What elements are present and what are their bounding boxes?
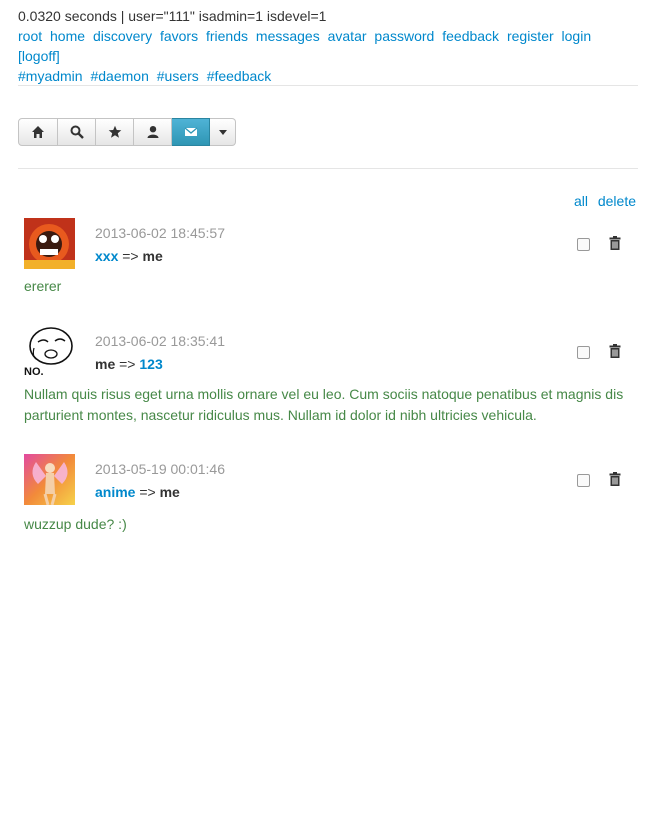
message-timestamp: 2013-05-19 00:01:46 [95,461,225,477]
toolbar [18,118,236,146]
message-meta: 2013-06-02 18:35:41 me => 123 [95,332,225,373]
route-arrow: => [139,484,156,500]
message-route: xxx => me [95,247,225,265]
home-button[interactable] [18,118,58,146]
nav-link-feedback-admin[interactable]: #feedback [207,68,272,84]
message-timestamp: 2013-06-02 18:45:57 [95,225,225,241]
message-timestamp: 2013-06-02 18:35:41 [95,333,225,349]
sender-link[interactable]: xxx [95,248,118,264]
nav-link-login[interactable]: login [562,28,592,44]
nav-link-register[interactable]: register [507,28,554,44]
star-icon [108,125,121,138]
nav-link-feedback[interactable]: feedback [442,28,499,44]
nav-link-discovery[interactable]: discovery [93,28,152,44]
nav-link-avatar[interactable]: avatar [328,28,367,44]
nav-link-root[interactable]: root [18,28,42,44]
message-item: 2013-05-19 00:01:46 anime => me wuzzup d… [24,454,636,534]
recipient-link[interactable]: 123 [139,356,162,372]
recipient-label: me [142,248,163,264]
debug-info: 0.0320 seconds | user="111" isadmin=1 is… [18,8,327,24]
sender-link[interactable]: anime [95,484,135,500]
nav-link-daemon[interactable]: #daemon [90,68,148,84]
top-nav: root home discovery favors friends messa… [18,26,638,86]
trash-icon[interactable] [609,344,621,358]
dropdown-toggle-button[interactable] [210,118,236,146]
avatar [24,454,75,505]
message-body: wuzzup dude? :) [24,516,127,532]
nav-link-password[interactable]: password [374,28,434,44]
message-checkbox[interactable] [577,346,590,359]
nav-link-users[interactable]: #users [157,68,199,84]
message-checkbox[interactable] [577,238,590,251]
user-button[interactable] [134,118,172,146]
nav-link-messages[interactable]: messages [256,28,320,44]
message-item: 2013-06-02 18:45:57 xxx => me ererer [24,218,636,298]
trash-icon[interactable] [609,236,621,250]
nav-link-myadmin[interactable]: #myadmin [18,68,83,84]
sender-label: me [95,356,116,372]
select-all-link[interactable]: all [574,193,588,209]
avatar: NO. [24,326,75,377]
message-item: NO. 2013-06-02 18:35:41 me => 123 Nullam… [24,326,636,431]
message-meta: 2013-05-19 00:01:46 anime => me [95,460,225,501]
avatar [24,218,75,269]
messages-button[interactable] [172,118,210,146]
delete-selected-link[interactable]: delete [598,193,636,209]
divider [18,85,638,86]
message-route: me => 123 [95,355,225,373]
trash-icon[interactable] [609,472,621,486]
divider [18,168,638,169]
route-arrow: => [119,356,136,372]
caret-down-icon [218,129,227,135]
nav-link-home[interactable]: home [50,28,85,44]
search-button[interactable] [58,118,96,146]
bulk-actions: all delete [568,193,636,209]
message-checkbox[interactable] [577,474,590,487]
nav-link-friends[interactable]: friends [206,28,248,44]
message-route: anime => me [95,483,225,501]
home-icon [32,126,44,138]
recipient-label: me [159,484,180,500]
nav-link-logoff[interactable]: [logoff] [18,48,60,64]
envelope-icon [184,127,197,136]
nav-link-favors[interactable]: favors [160,28,198,44]
avatar-caption: NO. [24,366,44,377]
message-body: ererer [24,278,62,294]
message-meta: 2013-06-02 18:45:57 xxx => me [95,224,225,265]
user-icon [147,126,158,138]
search-icon [70,125,84,139]
message-body: Nullam quis risus eget urna mollis ornar… [24,386,624,423]
favorites-button[interactable] [96,118,134,146]
route-arrow: => [122,248,139,264]
